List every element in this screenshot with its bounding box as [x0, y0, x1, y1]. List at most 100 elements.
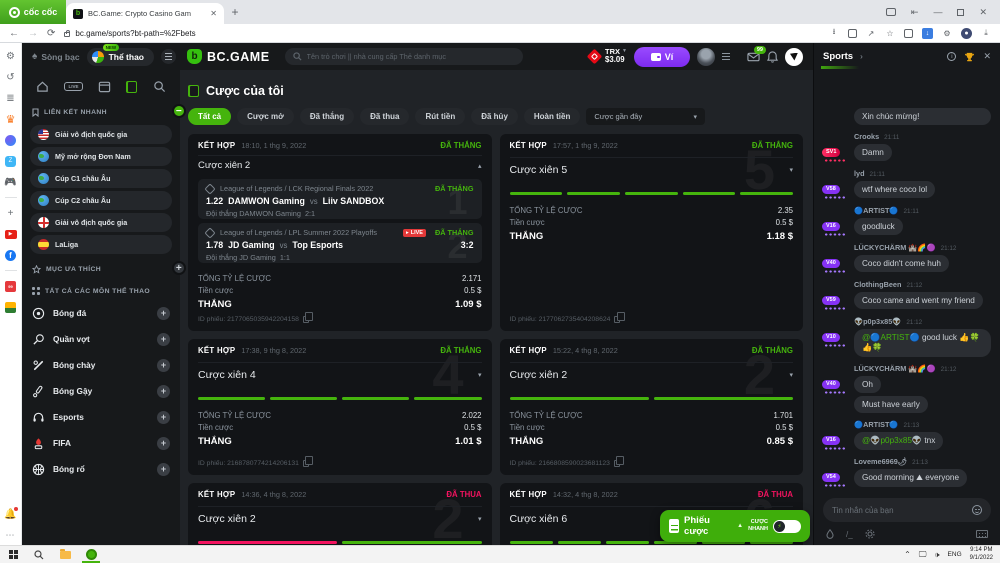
- youtube-icon[interactable]: ▶: [5, 230, 17, 239]
- chat-settings-icon[interactable]: [865, 529, 875, 539]
- settings-gear-icon[interactable]: ⚙: [5, 50, 17, 62]
- crown-icon[interactable]: ♛: [5, 113, 17, 125]
- chevron-down-icon[interactable]: ▾: [478, 515, 482, 523]
- quick-link-item[interactable]: Cúp C1 châu Âu: [30, 169, 172, 188]
- new-tab-button[interactable]: +: [224, 0, 246, 24]
- filter-won[interactable]: Đã thắng: [300, 108, 354, 125]
- tray-expand-icon[interactable]: ⌃: [904, 550, 911, 559]
- filter-lost[interactable]: Đã thua: [360, 108, 409, 125]
- quick-bet-toggle[interactable]: ⚡: [773, 520, 801, 533]
- bet-card[interactable]: KẾT HỢP 18:10, 1 thg 9, 2022 ĐÃ THẮNG Cư…: [188, 134, 492, 331]
- coccoc-taskbar-button[interactable]: [78, 546, 104, 563]
- chat-rules-info-icon[interactable]: i: [947, 52, 956, 61]
- volume-icon[interactable]: 🕩: [935, 550, 940, 560]
- clock[interactable]: 9:14 PM9/1/2022: [970, 547, 993, 562]
- shopping-app-icon[interactable]: 99: [5, 281, 16, 292]
- live-nav-icon[interactable]: LIVE: [64, 82, 82, 91]
- input-language[interactable]: ENG: [948, 551, 962, 558]
- downloads-icon[interactable]: ⤓: [981, 28, 991, 38]
- search-input[interactable]: [307, 52, 515, 61]
- username[interactable]: Loveme6969🌶: [854, 457, 907, 466]
- sidebar-item-football[interactable]: Bóng đá+: [22, 300, 180, 326]
- sidebar-search-icon[interactable]: [153, 80, 166, 93]
- minimize-button[interactable]: —: [933, 7, 942, 17]
- sidebar-item-baseball[interactable]: Bóng chày+: [22, 352, 180, 378]
- reading-list-icon[interactable]: ≣: [5, 92, 17, 104]
- username[interactable]: lyd: [854, 169, 865, 178]
- sports-nav[interactable]: Thể thao NEW: [87, 48, 154, 66]
- bet-slip-button[interactable]: Phiếu cược ▲ CƯỢCNHANH ⚡: [660, 510, 810, 542]
- url-field[interactable]: bc.game/sports?bt-path=%2Fbets: [64, 29, 820, 38]
- username[interactable]: 🔵ARTIST🔵: [854, 206, 899, 215]
- chat-tab-sports[interactable]: Sports: [823, 51, 853, 62]
- trophy-icon[interactable]: [964, 52, 975, 62]
- facebook-icon[interactable]: f: [5, 250, 16, 261]
- notifications-bell-icon[interactable]: 🔔: [5, 508, 17, 520]
- expand-icon[interactable]: +: [157, 411, 170, 424]
- bet-card[interactable]: 2 KẾT HỢP 14:36, 4 thg 8, 2022 ĐÃ THUA C…: [188, 483, 492, 545]
- screen-capture-icon[interactable]: [886, 8, 896, 16]
- username[interactable]: LÜCKYCHÄRM 🏰🌈🟣: [854, 364, 936, 373]
- keyboard-icon[interactable]: [976, 530, 988, 538]
- sidebar-item-tennis[interactable]: Quần vợt+: [22, 326, 180, 352]
- quick-link-item[interactable]: Mỹ mở rộng Đơn Nam: [30, 147, 172, 166]
- chat-toggle-button[interactable]: [785, 48, 803, 66]
- close-chat-icon[interactable]: ✕: [983, 51, 991, 62]
- file-explorer-button[interactable]: [52, 546, 78, 563]
- username[interactable]: 🔵ARTIST🔵: [854, 420, 899, 429]
- username[interactable]: Crooks: [854, 132, 879, 141]
- copy-icon[interactable]: [614, 316, 620, 323]
- casino-nav[interactable]: ♠ Sòng bạc: [32, 51, 80, 62]
- balance-selector[interactable]: TRX▼ $3.09: [589, 48, 627, 66]
- bookmark-star-icon[interactable]: ☆: [885, 28, 895, 38]
- panel-toggle-icon[interactable]: ⇤: [911, 7, 919, 18]
- expand-icon[interactable]: +: [157, 463, 170, 476]
- adblock-shield-icon[interactable]: [904, 29, 913, 38]
- coccoc-brand[interactable]: cốc cốc: [0, 0, 66, 24]
- tab-close-icon[interactable]: ✕: [210, 9, 217, 18]
- browser-tab[interactable]: b BC.Game: Crypto Casino Gam ✕: [66, 3, 224, 24]
- mention[interactable]: @👽p0p3x85👽: [862, 436, 922, 445]
- username[interactable]: LÜCKYCHÄRM 🏰🌈🟣: [854, 243, 936, 252]
- chevron-up-icon[interactable]: ▴: [478, 162, 482, 170]
- share-icon[interactable]: ↗: [866, 28, 876, 38]
- quick-link-item[interactable]: LaLiga: [30, 235, 172, 254]
- hamburger-menu-button[interactable]: [161, 49, 176, 64]
- games-gamepad-icon[interactable]: 🎮: [5, 176, 17, 188]
- lottery-app-icon[interactable]: [5, 302, 16, 313]
- quick-link-item[interactable]: Giải vô địch quốc gia: [30, 125, 172, 144]
- mention[interactable]: @🔵ARTIST🔵: [862, 333, 920, 342]
- filter-cashout[interactable]: Rút tiền: [415, 108, 465, 125]
- calendar-icon[interactable]: [98, 80, 111, 93]
- account-menu-icon[interactable]: [722, 53, 730, 60]
- save-page-icon[interactable]: ⭳: [829, 28, 839, 38]
- filter-open[interactable]: Cược mở: [237, 108, 294, 125]
- username[interactable]: 👽p0p3x85👽: [854, 317, 901, 326]
- chevron-down-icon[interactable]: ▾: [789, 371, 793, 379]
- filter-cancelled[interactable]: Đã hủy: [471, 108, 518, 125]
- wallet-button[interactable]: Ví: [634, 47, 690, 67]
- expand-icon[interactable]: +: [157, 307, 170, 320]
- sidebar-item-fifa[interactable]: FIFA+: [22, 430, 180, 456]
- back-icon[interactable]: ←: [9, 28, 19, 39]
- chevron-right-icon[interactable]: ›: [860, 52, 863, 61]
- site-logo[interactable]: b BC.GAME: [187, 49, 270, 64]
- filter-refund[interactable]: Hoàn tiền: [524, 108, 580, 125]
- network-icon[interactable]: 🖵: [919, 550, 927, 560]
- filter-all[interactable]: Tất cả: [188, 108, 231, 125]
- copy-icon[interactable]: [303, 460, 309, 467]
- expand-icon[interactable]: +: [157, 437, 170, 450]
- commands-icon[interactable]: /​_: [846, 530, 853, 539]
- quick-link-item[interactable]: Cúp C2 châu Âu: [30, 191, 172, 210]
- collapse-quick-links-button[interactable]: −: [172, 104, 186, 118]
- game-search[interactable]: [285, 48, 523, 65]
- taskbar-search-button[interactable]: [26, 546, 52, 563]
- copy-icon[interactable]: [303, 316, 309, 323]
- sidebar-item-basketball[interactable]: Bóng rổ+: [22, 456, 180, 482]
- profile-avatar-icon[interactable]: ●: [961, 28, 972, 39]
- zalo-icon[interactable]: Z: [5, 156, 16, 167]
- bet-card[interactable]: 2 KẾT HỢP 15:22, 4 thg 8, 2022 ĐÃ THẮNG …: [500, 339, 804, 475]
- chevron-down-icon[interactable]: ▾: [789, 166, 793, 174]
- user-avatar[interactable]: [697, 48, 715, 66]
- inbox-button[interactable]: 99: [747, 52, 760, 62]
